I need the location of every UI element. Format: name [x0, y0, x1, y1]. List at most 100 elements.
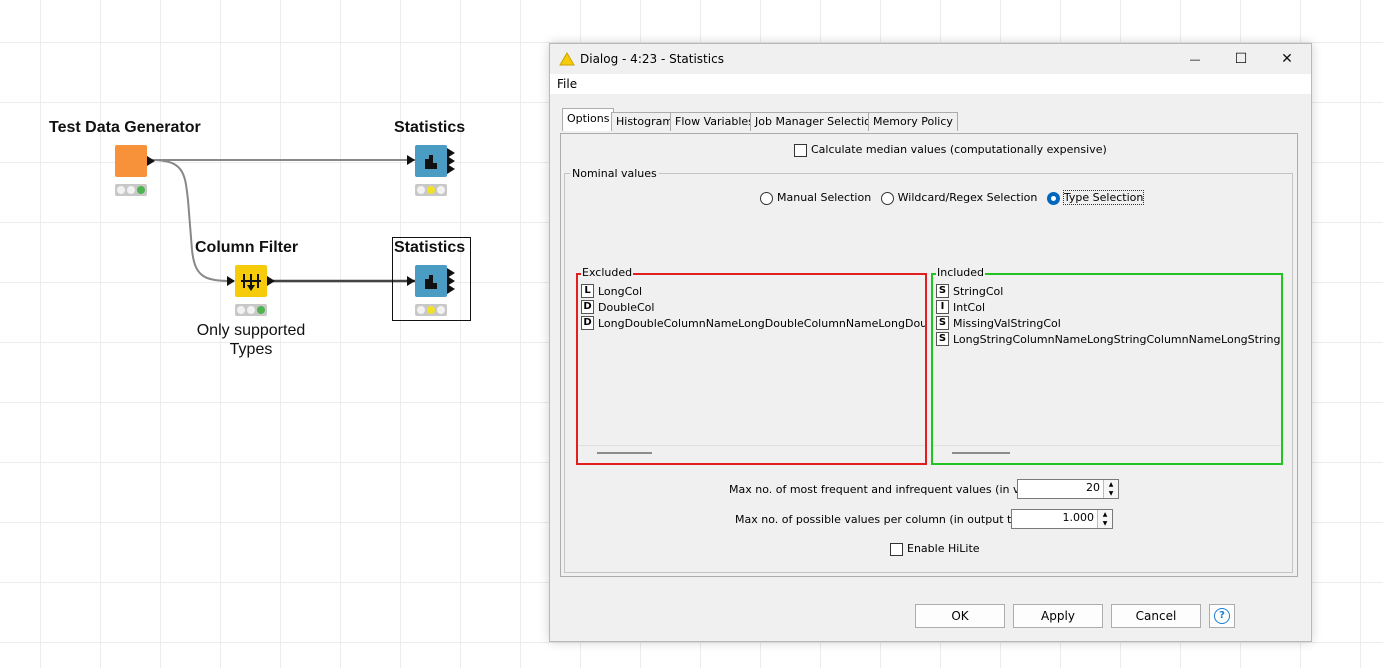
spinner-arrows[interactable]: ▲ ▼: [1103, 480, 1118, 498]
node-status-indicator: [415, 304, 447, 316]
output-port-icon[interactable]: [267, 276, 275, 286]
maximize-button[interactable]: ☐: [1218, 44, 1264, 74]
double-type-icon: D: [581, 316, 594, 330]
excluded-list-viewport: L LongCol D DoubleCol D LongDoubleColumnNam…: [578, 275, 925, 443]
scrollbar-thumb[interactable]: [597, 452, 652, 454]
hilite-checkbox-row[interactable]: Enable HiLite: [890, 542, 980, 556]
cancel-button[interactable]: Cancel: [1111, 604, 1201, 628]
max-possible-label: Max no. of possible values per column (i…: [735, 513, 1043, 526]
list-item[interactable]: S MissingValStringCol: [936, 316, 1061, 331]
node-annotation-column-filter[interactable]: Only supported Types: [181, 321, 321, 359]
spinner-value: 1.000: [1062, 511, 1095, 524]
list-item[interactable]: S LongStringColumnNameLongStringColumnNam…: [936, 332, 1281, 347]
workflow-canvas[interactable]: Test Data Generator Statistics Column Fi…: [0, 0, 545, 668]
radio-wildcard-selection[interactable]: Wildcard/Regex Selection: [880, 191, 1038, 205]
connection-generator-to-column-filter: [151, 159, 235, 282]
test-data-generator-node[interactable]: [115, 145, 147, 177]
menu-file[interactable]: File: [557, 77, 577, 91]
radio-button[interactable]: [760, 191, 773, 205]
options-panel: Calculate median values (computationally…: [560, 133, 1298, 577]
dialog-title: Dialog - 4:23 - Statistics: [580, 52, 724, 66]
apply-button[interactable]: Apply: [1013, 604, 1103, 628]
tab-histogram[interactable]: Histogram: [611, 112, 679, 131]
minimize-icon: —: [1189, 52, 1201, 66]
node-status-indicator: [235, 304, 267, 316]
help-icon: ?: [1214, 608, 1230, 624]
double-type-icon: D: [581, 300, 594, 314]
spinner-up-icon[interactable]: ▲: [1104, 480, 1118, 489]
input-port-icon[interactable]: [407, 155, 415, 165]
spinner-down-icon[interactable]: ▼: [1098, 519, 1112, 528]
list-item[interactable]: I IntCol: [936, 300, 985, 315]
statistics-icon: [425, 155, 437, 169]
string-type-icon: S: [936, 332, 949, 346]
column-name: MissingValStringCol: [953, 317, 1061, 330]
column-name: DoubleCol: [598, 301, 655, 314]
tab-options[interactable]: Options: [562, 108, 615, 131]
minimize-button[interactable]: —: [1172, 44, 1218, 74]
selection-mode-radios: Manual Selection Wildcard/Regex Selectio…: [760, 190, 1145, 205]
status-light-green: [137, 186, 145, 194]
tab-flow-variables[interactable]: Flow Variables: [670, 112, 759, 131]
annotation-line: Only supported: [196, 322, 306, 339]
node-status-indicator: [115, 184, 147, 196]
list-item[interactable]: L LongCol: [581, 284, 642, 299]
dialog-titlebar[interactable]: Dialog - 4:23 - Statistics — ☐ ✕: [550, 44, 1311, 74]
output-port-icon[interactable]: [447, 284, 455, 294]
radio-label: Manual Selection: [777, 191, 872, 204]
statistics-icon: [425, 275, 437, 289]
help-button[interactable]: ?: [1209, 604, 1235, 628]
column-name: StringCol: [953, 285, 1004, 298]
median-checkbox[interactable]: [794, 143, 807, 157]
radio-type-selection[interactable]: Type Selection: [1046, 190, 1145, 205]
radio-label: Type Selection: [1062, 190, 1145, 205]
output-port-icon[interactable]: [447, 164, 455, 174]
status-light-green: [257, 306, 265, 314]
node-title-test-data-generator: Test Data Generator: [49, 119, 201, 136]
spinner-down-icon[interactable]: ▼: [1104, 489, 1118, 498]
excluded-list[interactable]: Excluded L LongCol D DoubleCol D LongDouble…: [576, 266, 927, 465]
node-title-statistics-top: Statistics: [394, 119, 466, 136]
column-name: LongStringColumnNameLongStringColumnName…: [953, 333, 1281, 346]
list-item[interactable]: D DoubleCol: [581, 300, 654, 315]
status-light-red-off: [417, 186, 425, 194]
output-port-icon[interactable]: [147, 156, 155, 166]
long-type-icon: L: [581, 284, 594, 298]
median-checkbox-row[interactable]: Calculate median values (computationally…: [794, 143, 1107, 157]
column-name: LongCol: [598, 285, 643, 298]
close-button[interactable]: ✕: [1264, 44, 1310, 74]
node-title-statistics-bottom: Statistics: [394, 239, 466, 256]
node-title-column-filter: Column Filter: [195, 239, 299, 256]
integer-type-icon: I: [936, 300, 949, 314]
column-filter-node[interactable]: [235, 265, 267, 297]
column-name: LongDoubleColumnNameLongDoubleColumnName…: [598, 317, 925, 330]
radio-label: Wildcard/Regex Selection: [897, 191, 1038, 204]
column-name: IntCol: [953, 301, 985, 314]
input-port-icon[interactable]: [407, 276, 415, 286]
list-item[interactable]: D LongDoubleColumnNameLongDoubleColumnNam…: [581, 316, 925, 331]
annotation-line: Types: [229, 341, 273, 358]
tab-job-manager-selection[interactable]: Job Manager Selection: [750, 112, 883, 131]
scrollbar-thumb[interactable]: [952, 452, 1010, 454]
radio-button[interactable]: [880, 191, 894, 205]
spinner-up-icon[interactable]: ▲: [1098, 510, 1112, 519]
tab-memory-policy[interactable]: Memory Policy: [868, 112, 958, 131]
radio-button-selected[interactable]: [1046, 191, 1060, 205]
radio-manual-selection[interactable]: Manual Selection: [760, 191, 872, 205]
statistics-node-bottom[interactable]: [415, 265, 447, 297]
status-light-yellow: [427, 186, 435, 194]
status-light-red-off: [417, 306, 425, 314]
status-light-yellow-off: [247, 306, 255, 314]
max-possible-spinner[interactable]: 1.000 ▲ ▼: [1011, 509, 1113, 529]
max-frequent-spinner[interactable]: 20 ▲ ▼: [1017, 479, 1119, 499]
input-port-icon[interactable]: [227, 276, 235, 286]
included-list[interactable]: Included S StringCol I IntCol S MissingValS…: [931, 266, 1283, 465]
status-light-red-off: [117, 186, 125, 194]
spinner-arrows[interactable]: ▲ ▼: [1097, 510, 1112, 528]
list-item[interactable]: S StringCol: [936, 284, 1003, 299]
ok-button[interactable]: OK: [915, 604, 1005, 628]
string-type-icon: S: [936, 316, 949, 330]
spinner-value: 20: [1086, 481, 1100, 494]
hilite-checkbox[interactable]: [890, 542, 903, 556]
statistics-node-top[interactable]: [415, 145, 447, 177]
